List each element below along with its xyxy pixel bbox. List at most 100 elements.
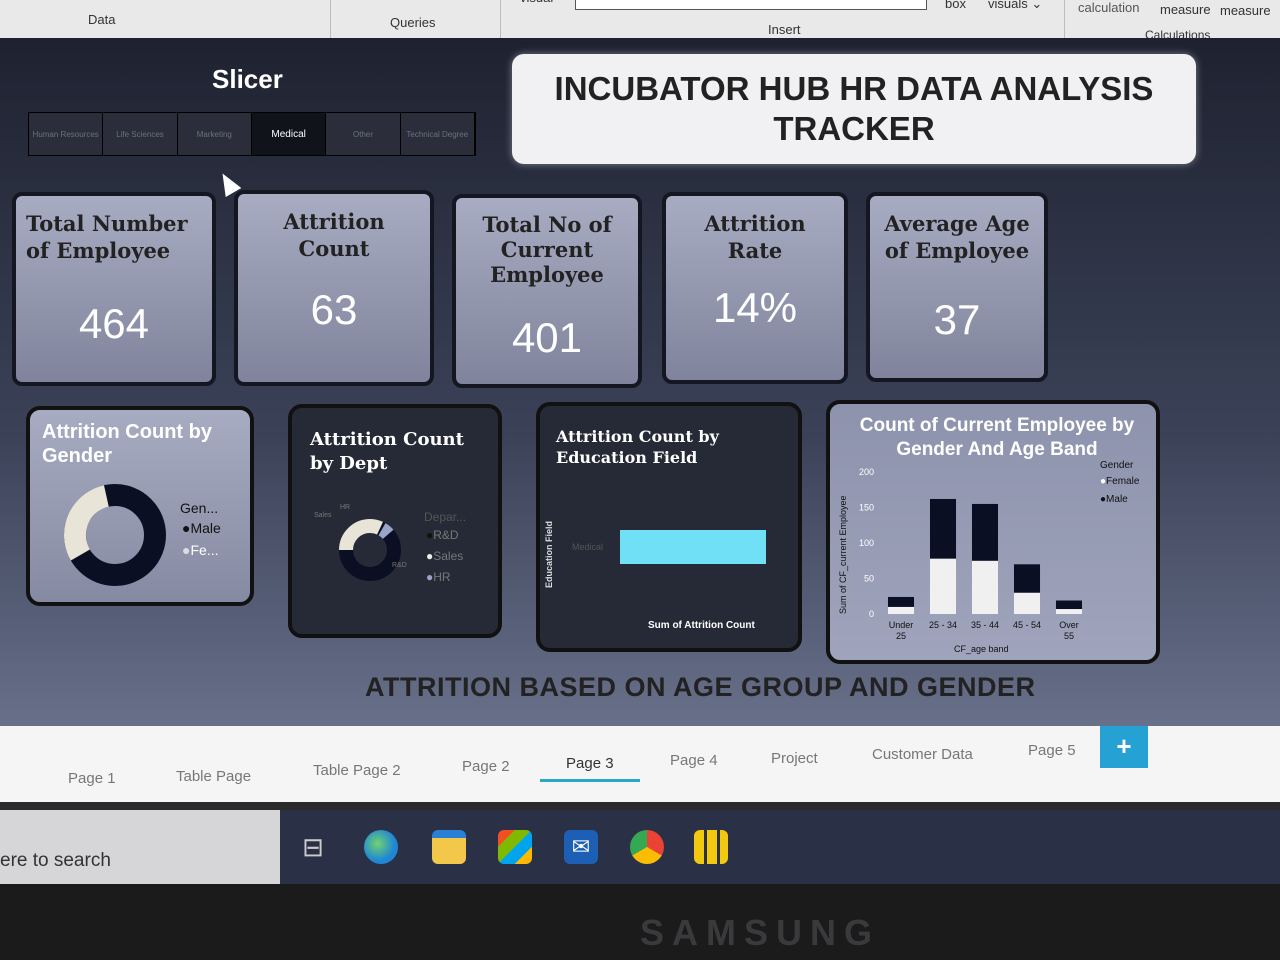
bar-category-label: Medical	[572, 542, 604, 552]
bar-female[interactable]	[929, 558, 957, 614]
x-axis-label: CF_age band	[954, 644, 1009, 654]
y-tick-label: 100	[859, 538, 874, 548]
y-tick-label: 50	[864, 574, 874, 584]
ribbon-queries-group[interactable]: Queries	[390, 15, 436, 30]
ribbon-calculation-label[interactable]: calculation	[1078, 0, 1139, 15]
bar-male[interactable]	[929, 498, 957, 559]
bar-female[interactable]	[1055, 609, 1083, 614]
age-band-bar-card[interactable]: Count of Current Employee by Gender And …	[826, 400, 1160, 664]
bar-male[interactable]	[1055, 600, 1083, 610]
legend-item-male[interactable]: ●Male	[182, 520, 221, 536]
bar-male[interactable]	[971, 503, 999, 561]
chevron-down-icon: ⌄	[1031, 0, 1043, 11]
ribbon-input-box[interactable]	[575, 0, 927, 10]
taskbar-search-box[interactable]: ere to search	[0, 810, 280, 884]
tab-table-page[interactable]: Table Page	[176, 768, 251, 785]
slicer-option-human-resources[interactable]: Human Resources	[29, 113, 104, 155]
gender-donut-card[interactable]: Attrition Count by Gender Gen... ●Male ●…	[26, 406, 254, 606]
bar-female[interactable]	[971, 560, 999, 614]
add-page-button[interactable]: +	[1100, 726, 1148, 768]
kpi-label: Attrition Count	[283, 209, 385, 261]
report-title: INCUBATOR HUB HR DATA ANALYSIS TRACKER	[554, 70, 1154, 147]
slicer-option-other[interactable]: Other	[326, 113, 401, 155]
tab-project[interactable]: Project	[771, 750, 818, 767]
legend-item-female[interactable]: ●Female	[1100, 476, 1139, 487]
page-tab-bar: Page 1 Table Page Table Page 2 Page 2 Pa…	[0, 726, 1280, 802]
legend-item-male[interactable]: ●Male	[1100, 494, 1128, 505]
legend-title: Gender	[1100, 460, 1134, 471]
kpi-attrition-rate[interactable]: Attrition Rate 14%	[662, 192, 848, 384]
x-tick-label: Under	[889, 620, 914, 630]
file-explorer-icon[interactable]	[432, 830, 466, 864]
kpi-current-employee[interactable]: Total No of Current Employee 401	[452, 194, 642, 388]
slicer-option-technical-degree[interactable]: Technical Degree	[401, 113, 475, 155]
kpi-label: Total Number of Employee	[26, 211, 188, 263]
ribbon-visuals-dropdown[interactable]: visuals ⌄	[988, 0, 1042, 12]
slicer-option-medical[interactable]: Medical	[251, 113, 327, 155]
legend-item-hr[interactable]: ●HR	[426, 570, 451, 584]
kpi-value: 464	[78, 300, 150, 347]
slicer-option-life-sciences[interactable]: Life Sciences	[103, 113, 178, 155]
ribbon-measure-1[interactable]: measure	[1160, 2, 1211, 17]
legend-title: Gen...	[180, 500, 219, 516]
task-view-icon[interactable]: ⊟	[296, 830, 330, 864]
kpi-total-employee[interactable]: Total Number of Employee 464	[12, 192, 216, 386]
page-subtitle: ATTRITION BASED ON AGE GROUP AND GENDER	[365, 672, 1036, 702]
power-bi-icon[interactable]	[694, 830, 728, 864]
store-icon[interactable]	[498, 830, 532, 864]
report-title-box: INCUBATOR HUB HR DATA ANALYSIS TRACKER	[512, 54, 1196, 164]
tab-page-2[interactable]: Page 2	[462, 758, 510, 775]
slicer-option-marketing[interactable]: Marketing	[178, 113, 252, 155]
x-tick-label: 35 - 44	[971, 620, 999, 630]
y-tick-label: 200	[859, 467, 874, 477]
taskbar: ere to search ⊟ ✉	[0, 810, 1280, 884]
x-tick-label: 25 - 34	[929, 620, 957, 630]
tab-customer-data[interactable]: Customer Data	[872, 746, 973, 763]
y-tick-label: 0	[869, 609, 874, 619]
legend-item-female[interactable]: ●Fe...	[182, 542, 218, 558]
kpi-average-age[interactable]: Average Age of Employee 37	[866, 192, 1048, 382]
mail-icon[interactable]: ✉	[564, 830, 598, 864]
bar-male[interactable]	[887, 596, 915, 607]
slicer-title: Slicer	[212, 64, 283, 94]
x-tick-label: Over	[1059, 620, 1079, 630]
card-title: Attrition Count by Dept	[310, 429, 464, 474]
edge-browser-icon[interactable]	[364, 830, 398, 864]
tab-page-4[interactable]: Page 4	[670, 752, 718, 769]
kpi-value: 63	[310, 286, 358, 333]
ribbon-insert-group[interactable]: Insert	[768, 22, 801, 37]
kpi-attrition-count[interactable]: Attrition Count 63	[234, 190, 434, 386]
bar-female[interactable]	[1013, 592, 1041, 614]
education-bar-medical[interactable]	[620, 530, 766, 564]
kpi-label: Average Age of Employee	[884, 211, 1030, 263]
dept-slice-label: Sales	[314, 512, 332, 519]
dept-slice-label: HR	[340, 504, 351, 511]
kpi-label: Attrition Rate	[704, 211, 806, 263]
legend-item-sales[interactable]: ●Sales	[426, 549, 463, 563]
dept-slice-label: R&D	[392, 562, 407, 569]
bar-female[interactable]	[887, 606, 915, 614]
kpi-label: Total No of Current Employee	[482, 212, 612, 287]
y-tick-label: 150	[859, 503, 874, 513]
education-bar-card[interactable]: Attrition Count by Education Field Educa…	[536, 402, 802, 652]
kpi-value: 37	[933, 296, 981, 343]
tab-table-page-2[interactable]: Table Page 2	[313, 762, 401, 779]
legend-item-rnd[interactable]: ●R&D	[426, 528, 459, 542]
card-title: Count of Current Employee by Gender And …	[859, 415, 1135, 460]
tab-page-5[interactable]: Page 5	[1028, 742, 1076, 759]
x-axis-label: Sum of Attrition Count	[648, 620, 755, 631]
x-tick-label: 25	[896, 631, 906, 641]
y-axis-label: Education Field	[544, 520, 554, 588]
bar-male[interactable]	[1013, 564, 1041, 593]
dept-donut-card[interactable]: Attrition Count by Dept Sales HR R&D Dep…	[288, 404, 502, 638]
kpi-value: 14%	[712, 284, 798, 331]
ribbon-data-group[interactable]: Data	[88, 12, 115, 27]
tab-page-1[interactable]: Page 1	[68, 770, 116, 787]
ribbon-measure-2[interactable]: measure	[1220, 3, 1271, 18]
chrome-icon[interactable]	[630, 830, 664, 864]
dept-donut-chart	[339, 519, 401, 581]
ribbon-box-label[interactable]: box	[945, 0, 966, 11]
tab-page-3[interactable]: Page 3	[540, 755, 639, 782]
ribbon-visual-label[interactable]: visual	[520, 0, 553, 5]
x-tick-label: 45 - 54	[1013, 620, 1041, 630]
